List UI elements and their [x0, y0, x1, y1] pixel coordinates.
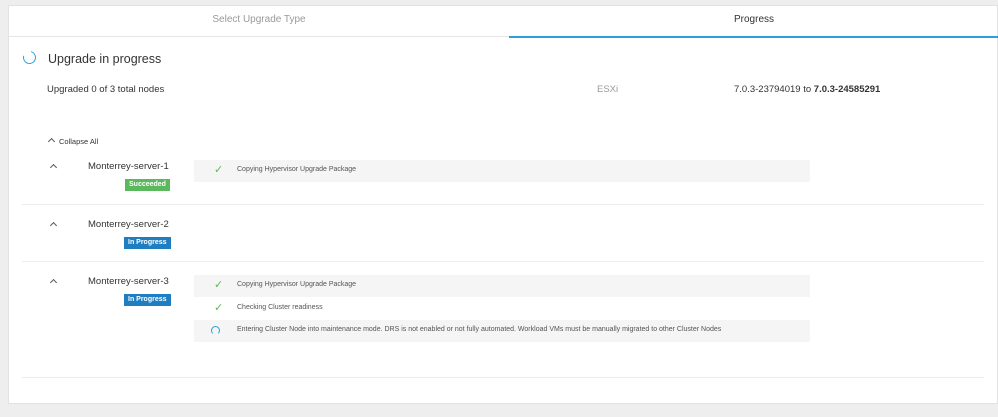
version-info: 7.0.3-23794019 to 7.0.3-24585291 — [734, 84, 880, 95]
from-version: 7.0.3-23794019 — [734, 84, 801, 95]
tab-progress[interactable]: Progress — [509, 6, 998, 38]
node-3-collapse-chevron-icon[interactable] — [49, 278, 58, 287]
node-2-collapse-chevron-icon[interactable] — [49, 221, 58, 230]
bottom-divider — [22, 377, 984, 378]
collapse-all-button[interactable]: Collapse All — [47, 137, 99, 146]
node-divider — [22, 204, 984, 205]
component-name: ESXi — [597, 84, 619, 95]
upgrade-summary: Upgraded 0 of 3 total nodes — [47, 84, 165, 95]
chevron-up-icon — [47, 137, 56, 146]
page-title: Upgrade in progress — [48, 52, 162, 66]
check-icon: ✓ — [214, 164, 224, 176]
step-text: Entering Cluster Node into maintenance m… — [237, 326, 722, 333]
check-icon: ✓ — [214, 279, 224, 291]
spinner-icon — [211, 326, 220, 335]
tab-select-upgrade-type[interactable]: Select Upgrade Type — [9, 6, 509, 37]
collapse-all-label: Collapse All — [59, 137, 99, 146]
node-1-name: Monterrey-server-1 — [88, 161, 169, 172]
node-3-step-3: Entering Cluster Node into maintenance m… — [194, 320, 810, 342]
node-1-status-badge: Succeeded — [125, 179, 170, 191]
upgrade-card: Select Upgrade Type Progress Upgrade in … — [8, 5, 998, 404]
node-2-status-badge: In Progress — [124, 237, 171, 249]
node-3-step-1: ✓ Copying Hypervisor Upgrade Package — [194, 275, 810, 297]
to-version: 7.0.3-24585291 — [813, 84, 881, 95]
node-1-step-1: ✓ Copying Hypervisor Upgrade Package — [194, 160, 810, 182]
node-3-status-badge: In Progress — [124, 294, 171, 306]
node-2-name: Monterrey-server-2 — [88, 219, 169, 230]
node-divider — [22, 261, 984, 262]
step-text: Copying Hypervisor Upgrade Package — [237, 166, 357, 173]
check-icon: ✓ — [214, 302, 224, 314]
step-text: Checking Cluster readiness — [237, 304, 323, 311]
node-3-name: Monterrey-server-3 — [88, 276, 169, 287]
version-separator: to — [803, 84, 812, 95]
node-3-step-2: ✓ Checking Cluster readiness — [194, 298, 810, 320]
tab-bar: Select Upgrade Type Progress — [9, 6, 998, 38]
loading-spinner-icon — [20, 48, 39, 67]
step-text: Copying Hypervisor Upgrade Package — [237, 281, 357, 288]
node-1-collapse-chevron-icon[interactable] — [49, 163, 58, 172]
